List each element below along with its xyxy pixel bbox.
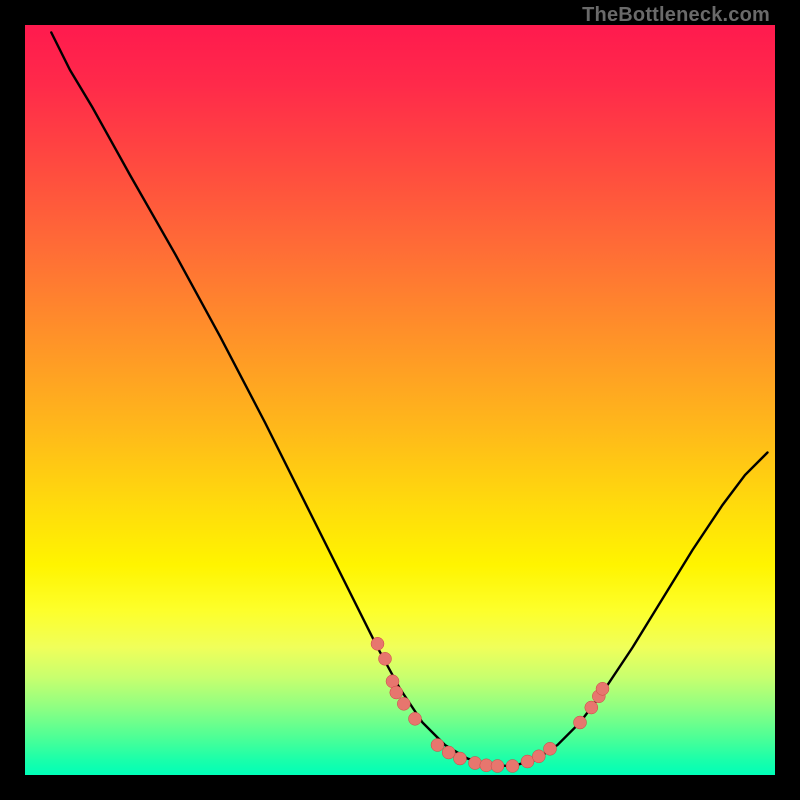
bottleneck-curve [51,33,767,767]
data-dots [371,637,609,772]
data-dot [532,750,545,763]
chart-svg [25,25,775,775]
data-dot [506,760,519,773]
data-dot [491,760,504,773]
data-dot [371,637,384,650]
data-dot [431,739,444,752]
data-dot [397,697,410,710]
data-dot [596,682,609,695]
data-dot [469,757,482,770]
data-dot [390,686,403,699]
data-dot [442,746,455,759]
data-dot [544,742,557,755]
data-dot [409,712,422,725]
data-dot [521,755,534,768]
data-dot [585,701,598,714]
chart-frame [25,25,775,775]
watermark-text: TheBottleneck.com [582,4,770,27]
data-dot [379,652,392,665]
data-dot [454,752,467,765]
data-dot [574,716,587,729]
